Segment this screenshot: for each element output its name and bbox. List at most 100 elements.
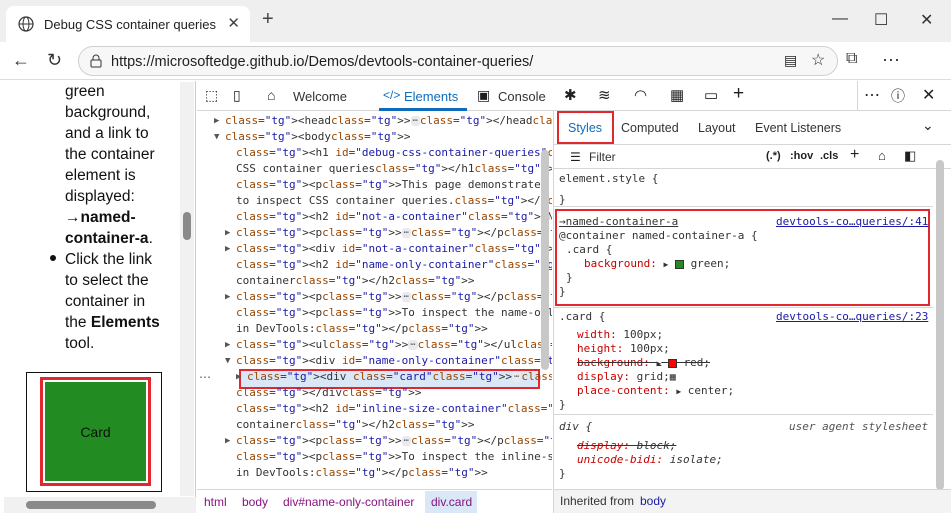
browser-tab[interactable]: Debug CSS container queries ✕ — [6, 6, 250, 42]
dom-node[interactable]: class="tg"><div class="card"class="tg">>… — [247, 369, 552, 386]
color-swatch[interactable] — [667, 358, 677, 368]
dom-node[interactable]: class="tg"><ulclass="tg">> ⋯ class="tg"></… — [236, 337, 552, 353]
inspect-icon[interactable]: ⬚ — [205, 87, 218, 104]
dom-node[interactable]: CSS container queriesclass="tg"></h1clas… — [236, 161, 552, 177]
expand-toggle-icon[interactable]: ▶ — [225, 340, 230, 350]
dom-node[interactable]: in DevTools:class="tg"></pclass="tg">> — [236, 465, 488, 481]
extensions-icon[interactable]: ⧉ — [846, 50, 857, 68]
tab-console[interactable]: Console — [498, 89, 546, 104]
favorite-icon[interactable]: ☆ — [811, 50, 825, 70]
prop-value[interactable]: center; — [688, 384, 734, 397]
dom-node[interactable]: class="tg"><h1 id="debug-css-container-q… — [236, 145, 552, 161]
expand-icon[interactable]: ▶ — [656, 359, 661, 368]
new-rule-icon[interactable]: + — [850, 146, 859, 164]
source-link[interactable]: devtools-co…queries/:41 — [776, 215, 928, 229]
refresh-icon[interactable]: ↻ — [47, 50, 62, 71]
page-hscrollbar[interactable] — [4, 497, 196, 513]
dom-node[interactable]: class="tg"><div id="not-a-container"clas… — [236, 241, 552, 257]
new-tab-icon[interactable]: + — [262, 8, 274, 31]
container-link[interactable]: →named-container-a — [559, 215, 678, 229]
expand-toggle-icon[interactable]: ▶ — [236, 372, 241, 382]
more-icon[interactable]: ⋯ — [882, 50, 900, 71]
crumb-body[interactable]: body — [242, 495, 268, 509]
prop-value[interactable]: green; — [691, 257, 731, 270]
dom-node[interactable]: containerclass="tg"></h2class="tg">> — [236, 417, 474, 433]
tab-event-listeners[interactable]: Event Listeners — [755, 121, 841, 135]
chevron-down-icon[interactable]: ⌄ — [922, 117, 934, 134]
styles-scrollbar[interactable] — [936, 160, 944, 490]
dom-node[interactable]: class="tg"><h2 id="not-a-container"class… — [236, 209, 552, 225]
page-scrollbar[interactable] — [180, 82, 194, 496]
expand-icon[interactable]: ▶ — [663, 260, 668, 269]
close-window-icon[interactable]: ✕ — [920, 10, 933, 30]
close-devtools-icon[interactable]: ✕ — [922, 85, 935, 105]
maximize-icon[interactable]: ☐ — [874, 10, 888, 30]
prop-name[interactable]: width: — [577, 328, 617, 341]
prop-name[interactable]: height: — [577, 342, 623, 355]
crumb-card[interactable]: div.card — [431, 495, 472, 509]
pseudo-button[interactable]: (.*) — [766, 150, 781, 162]
dom-node[interactable]: class="tg"><pclass="tg">> ⋯ class="tg"></p… — [236, 433, 552, 449]
help-icon[interactable]: ⓘ — [891, 86, 905, 106]
container-link[interactable]: →named- — [65, 207, 175, 228]
close-tab-icon[interactable]: ✕ — [227, 14, 240, 32]
inherited-link[interactable]: body — [640, 494, 666, 508]
tab-styles[interactable]: Styles — [568, 121, 602, 135]
customize-icon[interactable]: ⋯ — [864, 85, 880, 105]
dom-node[interactable]: class="tg"><headclass="tg">> ⋯ class="tg">… — [225, 113, 552, 129]
color-swatch[interactable] — [674, 259, 684, 269]
prop-value[interactable]: 100px; — [623, 328, 663, 341]
bug-icon[interactable]: ✱ — [564, 86, 577, 104]
dom-node[interactable]: class="tg"><pclass="tg">>To inspect the … — [236, 449, 552, 465]
elements-scrollbar[interactable] — [541, 150, 549, 370]
wifi-icon[interactable]: ≋ — [598, 86, 611, 104]
crumb-container[interactable]: div#name-only-container — [283, 495, 414, 509]
dom-node[interactable]: class="tg"><pclass="tg">>To inspect the … — [236, 305, 552, 321]
prop-value[interactable]: 100px; — [630, 342, 670, 355]
prop-value[interactable]: grid; — [637, 370, 670, 383]
hscroll-thumb[interactable] — [26, 501, 156, 509]
crumb-html[interactable]: html — [204, 495, 227, 509]
dom-node[interactable]: containerclass="tg"></h2class="tg">> — [236, 273, 474, 289]
expand-toggle-icon[interactable]: ▶ — [225, 292, 230, 302]
dom-node[interactable]: to inspect CSS container queries.class="… — [236, 193, 552, 209]
expand-toggle-icon[interactable]: ▶ — [214, 116, 219, 126]
dom-node[interactable]: class="tg"><h2 id="inline-size-container… — [236, 401, 552, 417]
hov-button[interactable]: :hov — [790, 150, 813, 162]
tab-welcome[interactable]: Welcome — [293, 89, 347, 104]
dom-node[interactable]: in DevTools:class="tg"></pclass="tg">> — [236, 321, 488, 337]
source-link[interactable]: devtools-co…queries/:23 — [776, 310, 928, 324]
prop-name[interactable]: place-content: — [577, 384, 670, 397]
dom-node[interactable]: class="tg"><div id="name-only-container"… — [236, 353, 552, 369]
dom-node[interactable]: class="tg"></divclass="tg">> — [236, 385, 422, 401]
prop-name[interactable]: background: — [584, 257, 657, 270]
dom-node[interactable]: class="tg"><pclass="tg">> ⋯ class="tg"></p… — [236, 289, 552, 305]
expand-toggle-icon[interactable]: ▶ — [225, 228, 230, 238]
filter-input[interactable]: Filter — [589, 150, 616, 164]
prop-value[interactable]: red; — [684, 356, 711, 369]
device-icon[interactable]: ▯ — [233, 87, 241, 104]
expand-toggle-icon[interactable]: ▶ — [225, 244, 230, 254]
grid-editor-icon[interactable]: ▦ — [670, 372, 676, 383]
flex-editor-icon[interactable]: ▶ — [676, 387, 681, 396]
color-format-icon[interactable]: ⌂ — [878, 148, 886, 163]
application-icon[interactable]: ▭ — [704, 86, 718, 104]
dom-node[interactable]: class="tg"><pclass="tg">>This page demon… — [236, 177, 552, 193]
memory-icon[interactable]: ▦ — [670, 86, 684, 104]
expand-toggle-icon[interactable]: ▼ — [225, 356, 230, 366]
tab-computed[interactable]: Computed — [621, 121, 679, 135]
expand-toggle-icon[interactable]: ▶ — [225, 436, 230, 446]
cls-button[interactable]: .cls — [820, 150, 838, 162]
reader-icon[interactable]: ▤ — [784, 52, 797, 69]
tab-elements[interactable]: Elements — [404, 89, 458, 104]
more-tools-icon[interactable]: + — [733, 83, 744, 105]
sidebar-toggle-icon[interactable]: ◧ — [904, 148, 916, 164]
minimize-icon[interactable]: — — [832, 10, 848, 28]
url-field[interactable]: https://microsoftedge.github.io/Demos/de… — [78, 46, 838, 76]
dom-node[interactable]: class="tg"><bodyclass="tg">> — [225, 129, 411, 145]
back-icon[interactable]: ← — [12, 50, 30, 71]
dom-node[interactable]: class="tg"><pclass="tg">> ⋯ class="tg"></p… — [236, 225, 552, 241]
dom-node[interactable]: class="tg"><h2 id="name-only-container"c… — [236, 257, 552, 273]
prop-name[interactable]: display: — [577, 370, 630, 383]
performance-icon[interactable]: ◠ — [634, 86, 647, 104]
